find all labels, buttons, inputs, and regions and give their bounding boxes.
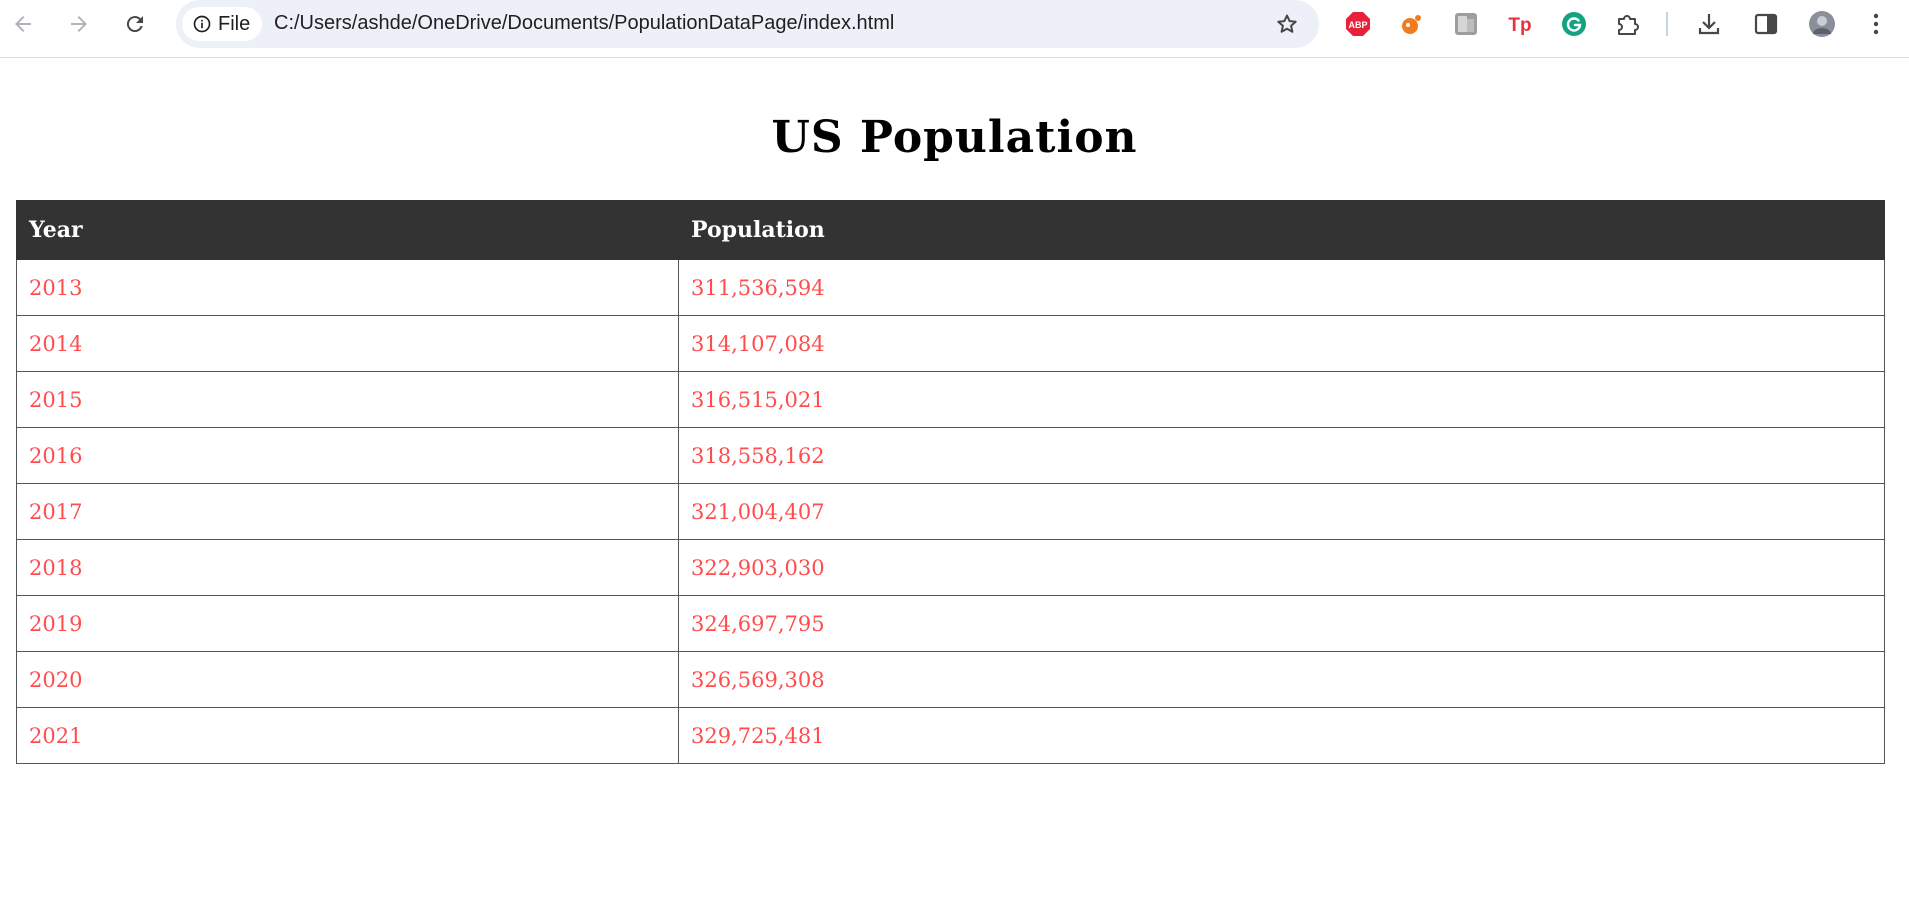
- profile-avatar-icon[interactable]: [1809, 11, 1835, 37]
- reload-icon: [126, 16, 143, 33]
- arrow-left-icon: [15, 16, 31, 32]
- photo-extension-icon[interactable]: [1453, 11, 1479, 37]
- info-icon: [193, 15, 211, 33]
- table-row: 2015 316,515,021: [16, 371, 1885, 428]
- header-population: Population: [678, 200, 1885, 260]
- table-row: 2020 326,569,308: [16, 651, 1885, 708]
- grammarly-icon[interactable]: [1561, 11, 1587, 37]
- forward-button[interactable]: [59, 4, 99, 44]
- svg-text:ABP: ABP: [1348, 20, 1367, 30]
- population-cell: 322,903,030: [678, 539, 1885, 596]
- header-year: Year: [16, 200, 679, 260]
- url-text[interactable]: C:/Users/ashde/OneDrive/Documents/Popula…: [274, 12, 894, 35]
- bookmark-star-icon[interactable]: [1275, 12, 1299, 36]
- side-panel-icon[interactable]: [1753, 11, 1779, 37]
- year-cell: 2021: [16, 707, 679, 764]
- browser-toolbar: File C:/Users/ashde/OneDrive/Documents/P…: [0, 0, 1909, 58]
- population-cell: 316,515,021: [678, 371, 1885, 428]
- adblock-plus-icon[interactable]: ABP: [1345, 11, 1371, 37]
- population-cell: 326,569,308: [678, 651, 1885, 708]
- population-cell: 329,725,481: [678, 707, 1885, 764]
- table-row: 2013 311,536,594: [16, 259, 1885, 316]
- table-row: 2017 321,004,407: [16, 483, 1885, 540]
- site-chip-label: File: [218, 12, 251, 35]
- year-cell: 2013: [16, 259, 679, 316]
- svg-text:Tp: Tp: [1508, 15, 1531, 36]
- population-cell: 311,536,594: [678, 259, 1885, 316]
- back-button[interactable]: [3, 4, 43, 44]
- address-bar[interactable]: File C:/Users/ashde/OneDrive/Documents/P…: [176, 0, 1319, 48]
- population-cell: 314,107,084: [678, 315, 1885, 372]
- year-cell: 2017: [16, 483, 679, 540]
- year-cell: 2014: [16, 315, 679, 372]
- year-cell: 2020: [16, 651, 679, 708]
- kebab-menu-icon[interactable]: [1863, 11, 1889, 37]
- extensions-puzzle-icon[interactable]: [1615, 11, 1641, 37]
- arrow-right-icon: [71, 16, 87, 32]
- population-cell: 321,004,407: [678, 483, 1885, 540]
- population-cell: 324,697,795: [678, 595, 1885, 652]
- table-row: 2019 324,697,795: [16, 595, 1885, 652]
- table-header-row: Year Population: [16, 200, 1885, 260]
- tp-extension-icon[interactable]: Tp: [1507, 11, 1533, 37]
- table-row: 2014 314,107,084: [16, 315, 1885, 372]
- year-cell: 2019: [16, 595, 679, 652]
- year-cell: 2016: [16, 427, 679, 484]
- population-table: Year Population 2013 311,536,594 2014 31…: [16, 200, 1885, 764]
- year-cell: 2015: [16, 371, 679, 428]
- toolbar-separator: [1666, 12, 1668, 36]
- table-row: 2021 329,725,481: [16, 707, 1885, 764]
- page-title: US Population: [771, 112, 1138, 163]
- site-info-chip[interactable]: File: [182, 7, 263, 41]
- table-row: 2016 318,558,162: [16, 427, 1885, 484]
- reload-button[interactable]: [115, 4, 155, 44]
- population-cell: 318,558,162: [678, 427, 1885, 484]
- table-row: 2018 322,903,030: [16, 539, 1885, 596]
- download-icon[interactable]: [1696, 11, 1722, 37]
- orange-extension-icon[interactable]: [1399, 11, 1425, 37]
- year-cell: 2018: [16, 539, 679, 596]
